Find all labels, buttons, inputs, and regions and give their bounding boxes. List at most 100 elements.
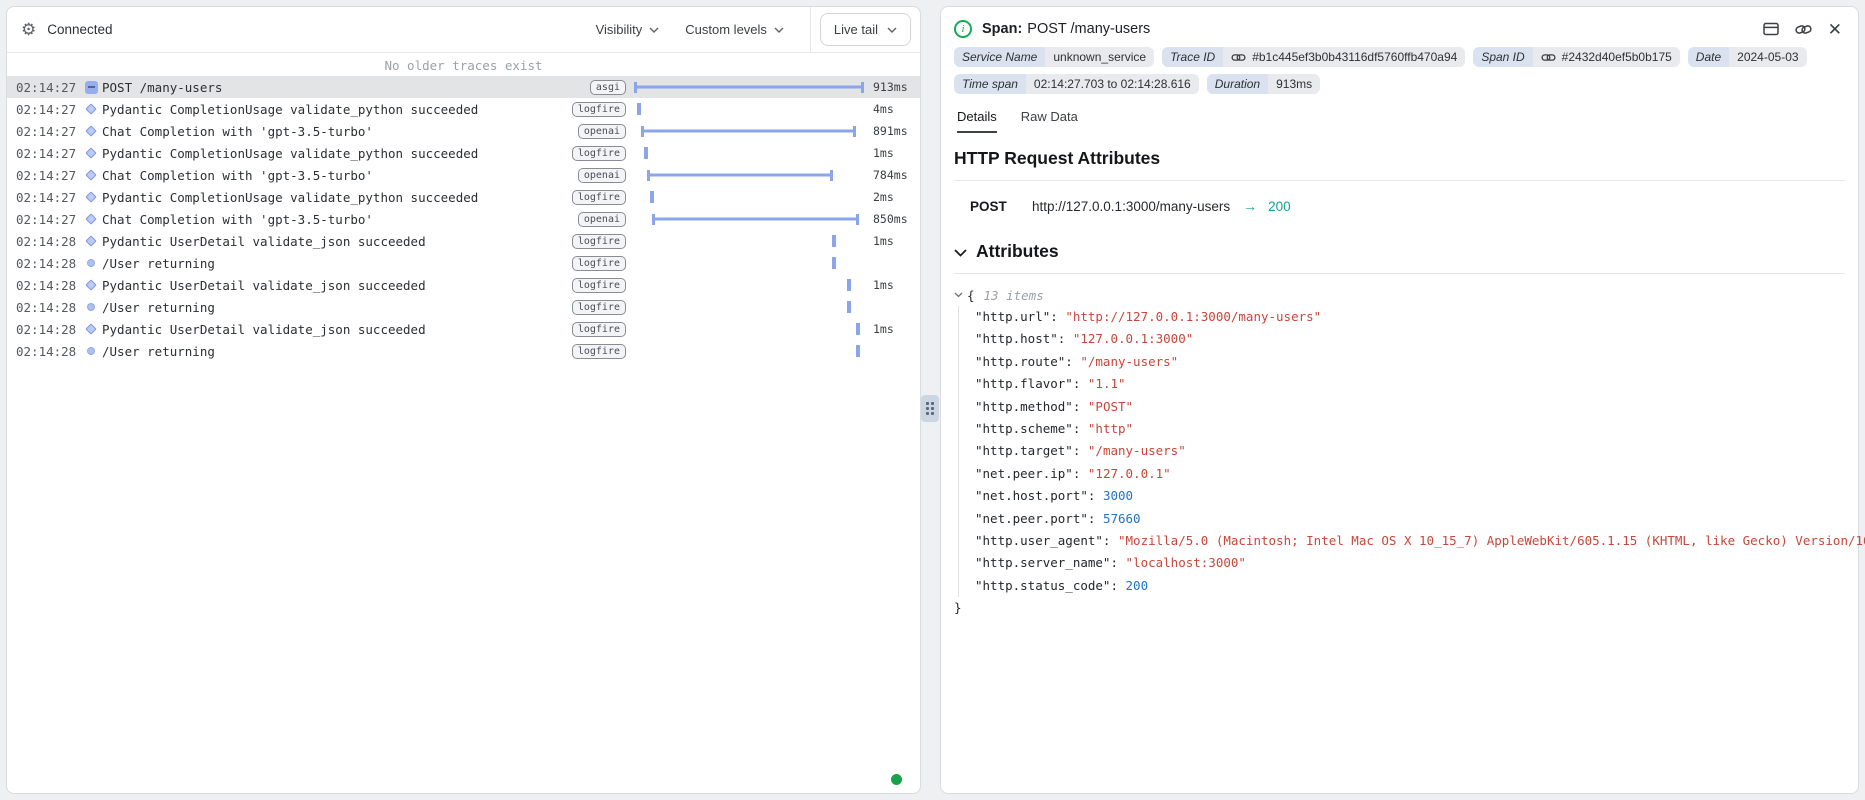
- trace-row[interactable]: 02:14:27Chat Completion with 'gpt-3.5-tu…: [7, 208, 920, 230]
- badge-value: 2024-05-03: [1729, 47, 1806, 67]
- detail-actions: ✕: [1763, 21, 1842, 38]
- duration-bar: [647, 174, 833, 177]
- duration-bar: [856, 345, 860, 357]
- json-key: "http.flavor":: [975, 376, 1088, 391]
- log-circle-icon: [80, 303, 102, 311]
- custom-levels-label: Custom levels: [685, 22, 767, 37]
- chevron-down-icon: [774, 27, 784, 33]
- http-request-summary: POST http://127.0.0.1:3000/many-users → …: [954, 198, 1845, 214]
- badge-value-text: #b1c445ef3b0b43116df5760ffb470a94: [1252, 50, 1457, 64]
- json-key: "net.peer.ip":: [975, 466, 1088, 481]
- duration-label: 784ms: [866, 168, 920, 182]
- json-value: 57660: [1103, 511, 1141, 526]
- badge-value: 913ms: [1268, 74, 1320, 94]
- json-attribute: "http.flavor": "1.1": [975, 373, 1845, 395]
- tag-wrap: openai: [564, 212, 626, 227]
- trace-row[interactable]: 02:14:28Pydantic UserDetail validate_jso…: [7, 230, 920, 252]
- trace-row[interactable]: 02:14:27Pydantic CompletionUsage validat…: [7, 98, 920, 120]
- span-diamond-icon: [80, 105, 102, 113]
- gear-icon[interactable]: ⚙: [21, 21, 36, 38]
- span-detail-header: i Span:POST /many-users ✕: [941, 7, 1858, 47]
- scope-tag: logfire: [572, 256, 626, 271]
- link-icon[interactable]: [1795, 23, 1812, 36]
- trace-row[interactable]: 02:14:28Pydantic UserDetail validate_jso…: [7, 274, 920, 296]
- tag-wrap: logfire: [564, 256, 626, 271]
- duration-track: [634, 318, 866, 340]
- span-name: Pydantic UserDetail validate_json succee…: [102, 322, 564, 337]
- duration-label: 1ms: [866, 322, 920, 336]
- json-key: "http.target":: [975, 443, 1088, 458]
- scope-tag: logfire: [572, 344, 626, 359]
- badge-value[interactable]: #2432d40ef5b0b175: [1533, 47, 1680, 67]
- trace-row[interactable]: 02:14:27Pydantic CompletionUsage validat…: [7, 186, 920, 208]
- duration-track: [634, 230, 866, 252]
- scope-tag: logfire: [572, 190, 626, 205]
- link-icon: [1231, 52, 1246, 63]
- meta-badge: Service Nameunknown_service: [954, 47, 1154, 67]
- scope-tag: logfire: [572, 300, 626, 315]
- tab-raw-data[interactable]: Raw Data: [1021, 109, 1078, 133]
- json-value: "/many-users": [1080, 354, 1178, 369]
- duration-bar: [832, 257, 836, 269]
- log-circle-icon: [80, 347, 102, 355]
- tag-wrap: openai: [564, 124, 626, 139]
- trace-row[interactable]: 02:14:28/User returninglogfire: [7, 252, 920, 274]
- duration-track: [634, 274, 866, 296]
- collapse-toggle-icon[interactable]: [80, 81, 102, 94]
- badge-value[interactable]: #b1c445ef3b0b43116df5760ffb470a94: [1223, 47, 1465, 67]
- panel-resize-handle[interactable]: [921, 395, 939, 422]
- json-attribute: "http.scheme": "http": [975, 418, 1845, 440]
- info-icon: i: [954, 20, 972, 38]
- close-icon[interactable]: ✕: [1828, 21, 1842, 38]
- span-name: /User returning: [102, 300, 564, 315]
- json-root-toggle[interactable]: { 13 items: [954, 284, 1845, 306]
- live-tail-button[interactable]: Live tail: [820, 13, 911, 46]
- span-name: /User returning: [102, 256, 564, 271]
- tag-wrap: logfire: [564, 344, 626, 359]
- trace-row[interactable]: 02:14:27Chat Completion with 'gpt-3.5-tu…: [7, 120, 920, 142]
- duration-label: 1ms: [866, 234, 920, 248]
- custom-levels-dropdown[interactable]: Custom levels: [685, 22, 784, 37]
- badge-label: Span ID: [1473, 47, 1532, 67]
- trace-row[interactable]: 02:14:28/User returninglogfire: [7, 296, 920, 318]
- trace-row[interactable]: 02:14:27Pydantic CompletionUsage validat…: [7, 142, 920, 164]
- trace-rows: 02:14:27POST /many-usersasgi913ms02:14:2…: [7, 76, 920, 362]
- json-value: "localhost:3000": [1126, 555, 1246, 570]
- logfire-live-view: { "left_header": { "status_label": "Conn…: [0, 0, 1865, 800]
- trace-timestamp: 02:14:28: [16, 322, 80, 337]
- trace-row[interactable]: 02:14:28/User returninglogfire: [7, 340, 920, 362]
- meta-badge: Trace ID#b1c445ef3b0b43116df5760ffb470a9…: [1162, 47, 1465, 67]
- json-key: "http.host":: [975, 331, 1073, 346]
- duration-label: 2ms: [866, 190, 920, 204]
- badge-label: Duration: [1207, 74, 1268, 94]
- visibility-dropdown[interactable]: Visibility: [596, 22, 660, 37]
- json-value: "1.1": [1088, 376, 1126, 391]
- trace-list-toolbar: ⚙ Connected Visibility Custom levels Liv…: [7, 7, 920, 53]
- split-panel-icon[interactable]: [1763, 22, 1779, 36]
- span-diamond-icon: [80, 127, 102, 135]
- span-name: POST /many-users: [102, 80, 564, 95]
- span-name: Pydantic CompletionUsage validate_python…: [102, 102, 564, 117]
- trace-row[interactable]: 02:14:27Chat Completion with 'gpt-3.5-tu…: [7, 164, 920, 186]
- tag-wrap: openai: [564, 168, 626, 183]
- span-kind-label: Span:: [982, 21, 1022, 37]
- badge-value: 02:14:27.703 to 02:14:28.616: [1026, 74, 1199, 94]
- trace-row[interactable]: 02:14:28 Pydantic UserDetail validate_jso…: [7, 318, 920, 340]
- scope-tag: logfire: [572, 322, 626, 337]
- badge-label: Service Name: [954, 47, 1045, 67]
- json-value: "Mozilla/5.0 (Macintosh; Intel Mac OS X …: [1118, 533, 1865, 548]
- trace-timestamp: 02:14:27: [16, 146, 80, 161]
- trace-row[interactable]: 02:14:27POST /many-usersasgi913ms: [7, 76, 920, 98]
- scope-tag: logfire: [572, 146, 626, 161]
- badge-value-text: 2024-05-03: [1737, 50, 1798, 64]
- attributes-heading[interactable]: Attributes: [954, 241, 1845, 274]
- json-attribute: "http.target": "/many-users": [975, 440, 1845, 462]
- tag-wrap: logfire: [564, 146, 626, 161]
- json-attribute: "net.peer.port": 57660: [975, 508, 1845, 530]
- duration-track: [634, 164, 866, 186]
- tab-details[interactable]: Details: [957, 109, 997, 133]
- span-title: Span:POST /many-users: [982, 21, 1150, 37]
- json-attribute: "net.peer.ip": "127.0.0.1": [975, 463, 1845, 485]
- duration-track: [634, 186, 866, 208]
- span-meta-badges-row1: Service Nameunknown_service Trace ID#b1c4…: [941, 47, 1858, 67]
